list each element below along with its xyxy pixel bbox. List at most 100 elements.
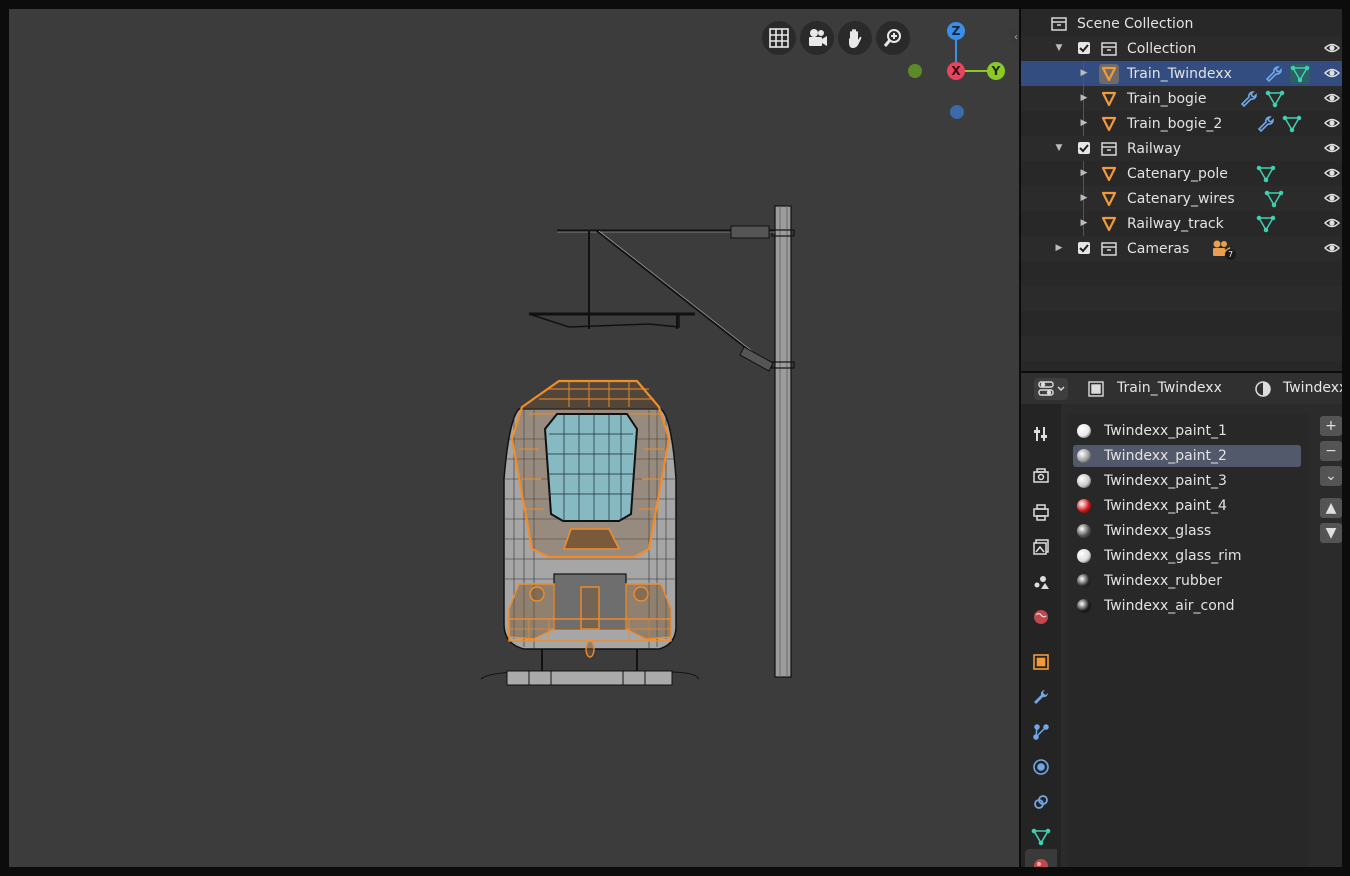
exclude-checkbox[interactable] [1078, 142, 1090, 154]
mesh-data-icon[interactable] [1282, 114, 1302, 134]
properties-tab-world[interactable] [1025, 602, 1057, 632]
properties-panel[interactable]: Train_Twindexx Twindexx Twindexx_paint_1… [1021, 373, 1342, 867]
collection-icon [1101, 242, 1117, 256]
mesh-data-icon[interactable] [1256, 214, 1276, 234]
toggle-ortho-grid-button[interactable] [762, 21, 796, 55]
material-preview-icon [1077, 524, 1091, 538]
visibility-eye-icon[interactable] [1324, 66, 1340, 80]
visibility-eye-icon[interactable] [1324, 41, 1340, 55]
railway-track[interactable] [480, 670, 700, 686]
mesh-data-icon[interactable] [1289, 64, 1310, 84]
properties-tab-material[interactable] [1025, 849, 1057, 867]
expand-right-icon[interactable]: ▶ [1078, 115, 1090, 131]
outliner-row[interactable]: ▼ Collection [1021, 36, 1342, 61]
scene-render[interactable] [9, 9, 1019, 867]
visibility-eye-icon[interactable] [1324, 241, 1340, 255]
outliner-row[interactable]: ▶ Train_bogie_2 [1021, 111, 1342, 136]
visibility-eye-icon[interactable] [1324, 116, 1340, 130]
gizmo-x-label: X [951, 64, 961, 78]
material-preview-icon [1077, 574, 1091, 588]
add-slot-button[interactable]: + [1320, 416, 1342, 436]
modifier-icon [1034, 689, 1049, 704]
3d-viewport[interactable]: Z X Y ‹ [9, 9, 1019, 867]
camera-count-badge: 7 [1225, 249, 1236, 260]
material-slot[interactable]: Twindexx_rubber [1073, 570, 1301, 592]
catenary-pole[interactable] [771, 205, 795, 678]
breadcrumb-object[interactable]: Train_Twindexx [1117, 380, 1222, 396]
material-slot[interactable]: Twindexx_glass_rim [1073, 545, 1301, 567]
mesh-data-icon[interactable] [1256, 164, 1276, 184]
properties-tab-particles[interactable] [1025, 717, 1057, 747]
expand-right-icon[interactable]: ▶ [1078, 90, 1090, 106]
properties-tab-object[interactable] [1025, 647, 1057, 677]
material-slot[interactable]: Twindexx_paint_1 [1073, 420, 1301, 442]
material-slot[interactable]: Twindexx_paint_3 [1073, 470, 1301, 492]
expand-right-icon[interactable]: ▶ [1078, 215, 1090, 231]
material-slot[interactable]: Twindexx_paint_2 [1073, 445, 1301, 467]
outliner-row[interactable]: ▶ Catenary_pole [1021, 161, 1342, 186]
outliner-row[interactable]: ▶ Train_Twindexx [1021, 61, 1342, 86]
expand-right-icon[interactable]: ▶ [1053, 240, 1065, 256]
visibility-eye-icon[interactable] [1324, 166, 1340, 180]
properties-tab-data[interactable] [1025, 822, 1057, 852]
slot-specials-menu[interactable]: ⌄ [1320, 466, 1342, 486]
outliner-item-label: Cameras [1127, 241, 1190, 257]
visibility-eye-icon[interactable] [1324, 91, 1340, 105]
material-slot[interactable]: Twindexx_paint_4 [1073, 495, 1301, 517]
gizmo-y-axis[interactable]: Y [987, 62, 1005, 80]
outliner-row[interactable]: ▼ Railway [1021, 136, 1342, 161]
sidebar-collapse-arrow[interactable]: ‹ [1010, 29, 1019, 45]
mesh-data-icon[interactable] [1265, 89, 1285, 109]
outliner-row[interactable]: ▶ Train_bogie [1021, 86, 1342, 111]
outliner-row[interactable]: ▶ Cameras 7 [1021, 236, 1342, 261]
outliner-row[interactable]: ▶ Railway_track [1021, 211, 1342, 236]
breadcrumb-material[interactable]: Twindexx [1283, 380, 1342, 396]
properties-tab-physics[interactable] [1025, 752, 1057, 782]
catenary-wires[interactable] [528, 225, 775, 372]
properties-tab-modifier[interactable] [1025, 682, 1057, 712]
expand-down-icon[interactable]: ▼ [1053, 40, 1065, 56]
material-slot[interactable]: Twindexx_glass [1073, 520, 1301, 542]
expand-right-icon[interactable]: ▶ [1078, 190, 1090, 206]
gizmo-neg-z-axis[interactable] [950, 105, 964, 119]
outliner-panel[interactable]: Scene Collection ▼ Collection ▶ Train_Twind… [1021, 9, 1342, 371]
camera-group-icon[interactable]: 7 [1211, 239, 1237, 260]
exclude-checkbox[interactable] [1078, 42, 1090, 54]
visibility-eye-icon[interactable] [1324, 141, 1340, 155]
wrench-icon[interactable] [1264, 64, 1284, 84]
material-slot-name: Twindexx_air_cond [1104, 598, 1235, 614]
move-slot-down-button[interactable]: ▼ [1320, 523, 1342, 543]
properties-tab-output[interactable] [1025, 497, 1057, 527]
gizmo-neg-y-axis[interactable] [908, 64, 922, 78]
visibility-eye-icon[interactable] [1324, 191, 1340, 205]
wrench-icon[interactable] [1256, 114, 1276, 134]
remove-slot-button[interactable]: − [1320, 441, 1342, 461]
train-twindexx[interactable] [503, 379, 677, 671]
exclude-checkbox[interactable] [1078, 242, 1090, 254]
material-preview-icon [1077, 449, 1091, 463]
expand-right-icon[interactable]: ▶ [1078, 65, 1090, 81]
properties-tab-view-layer[interactable] [1025, 532, 1057, 562]
pan-view-button[interactable] [838, 21, 872, 55]
particles-icon [1033, 724, 1049, 740]
expand-right-icon[interactable]: ▶ [1078, 165, 1090, 181]
outliner-item-label: Train_bogie [1127, 91, 1207, 107]
properties-tab-scene[interactable] [1025, 567, 1057, 597]
camera-view-button[interactable] [800, 21, 834, 55]
expand-down-icon[interactable]: ▼ [1053, 140, 1065, 156]
material-slot[interactable]: Twindexx_air_cond [1073, 595, 1301, 617]
gizmo-x-axis[interactable]: X [947, 62, 965, 80]
editor-type-menu[interactable] [1034, 378, 1068, 400]
outliner-row[interactable]: ▶ Catenary_wires [1021, 186, 1342, 211]
outliner-scene-collection[interactable]: Scene Collection [1021, 11, 1342, 36]
properties-tab-render[interactable] [1025, 461, 1057, 491]
properties-tab-tool[interactable] [1025, 419, 1057, 449]
mesh-data-icon[interactable] [1264, 189, 1284, 209]
visibility-eye-icon[interactable] [1324, 216, 1340, 230]
material-slot-list[interactable]: Twindexx_paint_1 Twindexx_paint_2 Twindexx… [1068, 414, 1308, 867]
physics-icon [1033, 759, 1049, 775]
properties-tab-constraints[interactable] [1025, 787, 1057, 817]
move-slot-up-button[interactable]: ▲ [1320, 498, 1342, 518]
gizmo-z-axis[interactable]: Z [947, 22, 965, 40]
wrench-icon[interactable] [1239, 89, 1259, 109]
